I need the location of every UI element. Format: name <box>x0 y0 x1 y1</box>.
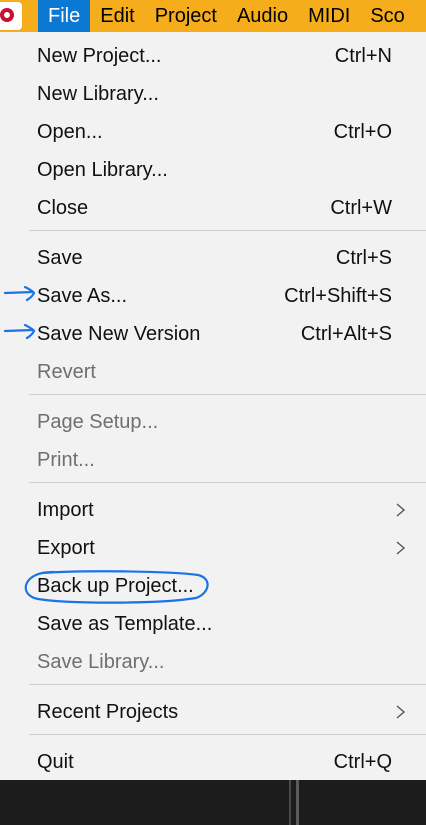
menu-audio[interactable]: Audio <box>227 0 298 32</box>
menu-separator <box>29 734 426 735</box>
menu-item-open[interactable]: Open... Ctrl+O <box>0 113 426 151</box>
menu-separator <box>29 394 426 395</box>
menu-item-label: Page Setup... <box>37 410 159 433</box>
annotation-arrow-icon <box>3 286 36 302</box>
menu-item-save-library: Save Library... <box>0 643 426 681</box>
menu-item-recent-projects[interactable]: Recent Projects <box>0 693 426 731</box>
menu-item-label: Save <box>37 246 83 269</box>
menu-item-shortcut: Ctrl+N <box>334 44 392 67</box>
menu-score[interactable]: Sco <box>360 0 414 32</box>
menu-separator <box>29 482 426 483</box>
menu-item-label: Close <box>37 196 89 219</box>
menu-item-shortcut: Ctrl+O <box>333 120 392 143</box>
menu-item-label: Save as Template... <box>37 612 213 635</box>
menu-item-open-library[interactable]: Open Library... <box>0 151 426 189</box>
menu-item-label: Open Library... <box>37 158 168 181</box>
menu-item-quit[interactable]: Quit Ctrl+Q <box>0 743 426 781</box>
chevron-right-icon <box>396 541 406 555</box>
menu-item-label: Revert <box>37 360 96 383</box>
menu-item-label: Import <box>37 498 94 521</box>
logo-mark <box>0 2 22 30</box>
panel-divider <box>289 780 291 825</box>
menu-item-shortcut: Ctrl+W <box>330 196 392 219</box>
menu-item-shortcut: Ctrl+S <box>335 246 392 269</box>
menu-separator <box>29 230 426 231</box>
menu-item-label: Open... <box>37 120 103 143</box>
background-panel <box>0 780 426 825</box>
menu-item-label: New Library... <box>37 82 159 105</box>
chevron-right-icon <box>396 503 406 517</box>
file-menu-dropdown: New Project... Ctrl+N New Library... Ope… <box>0 32 426 780</box>
menu-item-export[interactable]: Export <box>0 529 426 567</box>
menu-item-import[interactable]: Import <box>0 491 426 529</box>
menu-item-close[interactable]: Close Ctrl+W <box>0 189 426 227</box>
menu-item-revert: Revert <box>0 353 426 391</box>
annotation-highlight-ellipse-icon <box>24 570 209 604</box>
menu-item-label: Print... <box>37 448 95 471</box>
menu-item-save[interactable]: Save Ctrl+S <box>0 239 426 277</box>
menu-separator <box>29 684 426 685</box>
panel-divider <box>296 780 299 825</box>
menu-file[interactable]: File <box>38 0 91 32</box>
menu-midi[interactable]: MIDI <box>298 0 360 32</box>
annotation-arrow-icon <box>3 324 36 340</box>
menu-item-shortcut: Ctrl+Q <box>333 750 392 773</box>
menu-item-new-library[interactable]: New Library... <box>0 75 426 113</box>
menu-item-label: Export <box>37 536 95 559</box>
menu-item-shortcut: Ctrl+Alt+S <box>300 322 392 345</box>
menu-item-shortcut: Ctrl+Shift+S <box>284 284 392 307</box>
app-logo-icon[interactable] <box>0 0 38 32</box>
menu-item-print: Print... <box>0 441 426 479</box>
menubar: File Edit Project Audio MIDI Sco <box>0 0 426 32</box>
app-window: File Edit Project Audio MIDI Sco New Pro… <box>0 0 426 825</box>
menu-item-new-project[interactable]: New Project... Ctrl+N <box>0 37 426 75</box>
menu-item-label: Quit <box>37 750 74 773</box>
menu-edit[interactable]: Edit <box>90 0 144 32</box>
menu-item-label: Save New Version <box>37 322 201 345</box>
menu-item-page-setup: Page Setup... <box>0 403 426 441</box>
menu-item-label: Save As... <box>37 284 128 307</box>
menu-item-label: New Project... <box>37 44 162 67</box>
menu-item-save-as-template[interactable]: Save as Template... <box>0 605 426 643</box>
chevron-right-icon <box>396 705 406 719</box>
menu-item-label: Save Library... <box>37 650 165 673</box>
menu-item-label: Recent Projects <box>37 700 179 723</box>
menu-item-save-as[interactable]: Save As... Ctrl+Shift+S <box>0 277 426 315</box>
menu-project[interactable]: Project <box>145 0 227 32</box>
menu-item-save-new-version[interactable]: Save New Version Ctrl+Alt+S <box>0 315 426 353</box>
